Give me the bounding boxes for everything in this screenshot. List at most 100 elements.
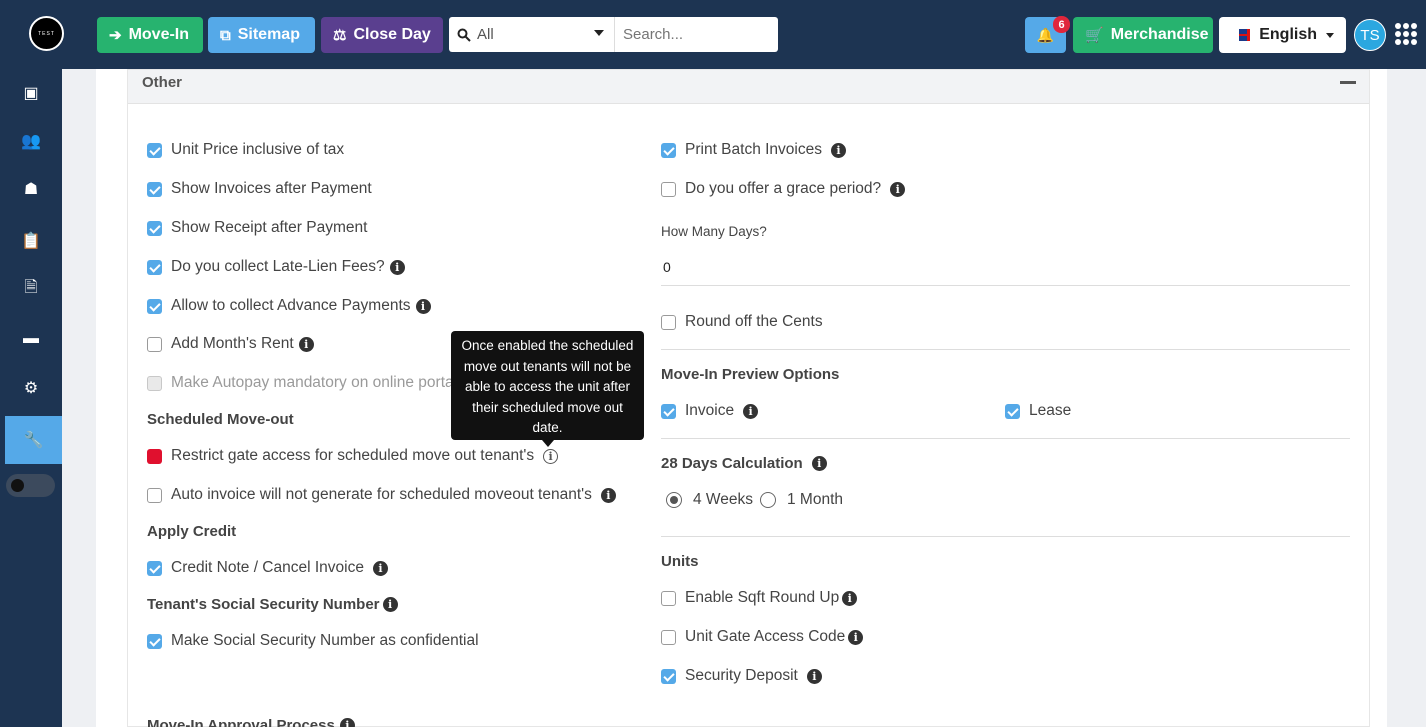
how-many-days-input[interactable]: 0 <box>663 259 671 275</box>
28-days-heading-label: 28 Days Calculation <box>661 455 803 472</box>
option-lease[interactable]: Lease <box>1005 402 1071 420</box>
search-input[interactable] <box>614 17 778 52</box>
apply-credit-heading: Apply Credit <box>147 523 237 540</box>
filter-value: All <box>477 26 494 43</box>
checkbox[interactable] <box>661 668 676 684</box>
checkbox[interactable] <box>147 181 162 197</box>
option-grace-period[interactable]: Do you offer a grace period? i <box>661 180 906 198</box>
search-filter-select[interactable]: All <box>449 17 614 52</box>
checkbox[interactable] <box>661 181 676 197</box>
section-header[interactable]: Other <box>128 70 1369 104</box>
option-auto-invoice[interactable]: Auto invoice will not generate for sched… <box>147 486 616 504</box>
option-label: Show Invoices after Payment <box>171 180 372 197</box>
option-unit-price[interactable]: Unit Price inclusive of tax <box>147 141 344 159</box>
close-day-button[interactable]: ⚖ Close Day <box>321 17 443 53</box>
apps-grid-icon[interactable] <box>1395 23 1417 45</box>
merchandise-button[interactable]: 🛒 Merchandise <box>1073 17 1213 53</box>
bell-icon: 🔔 <box>1036 26 1055 43</box>
option-autopay-mandatory: Make Autopay mandatory on online portal <box>147 374 451 392</box>
checkbox[interactable] <box>147 259 162 275</box>
info-icon[interactable]: i <box>806 668 822 684</box>
info-icon[interactable]: i <box>298 336 314 352</box>
sitemap-button[interactable]: ⧉ Sitemap <box>208 17 315 53</box>
users-icon[interactable]: 👥 <box>0 117 62 165</box>
option-print-batch[interactable]: Print Batch Invoices i <box>661 141 846 159</box>
user-avatar[interactable]: TS <box>1354 19 1386 51</box>
sign-in-icon: ➔ <box>109 27 122 44</box>
option-advance-payments[interactable]: Allow to collect Advance Payments i <box>147 297 431 315</box>
checkbox[interactable] <box>661 142 676 158</box>
language-dropdown[interactable]: English <box>1219 17 1346 53</box>
clipboard-icon[interactable]: 📋 <box>0 217 62 265</box>
info-icon[interactable]: i <box>372 560 388 576</box>
option-label: Lease <box>1029 402 1072 419</box>
radio-1-month[interactable]: 1 Month <box>760 491 843 509</box>
option-show-invoices[interactable]: Show Invoices after Payment <box>147 180 372 198</box>
option-security-deposit[interactable]: Security Deposit i <box>661 667 822 685</box>
option-gate-code[interactable]: Unit Gate Access Code i <box>661 628 864 646</box>
close-day-label: Close Day <box>353 26 431 43</box>
option-label: Unit Gate Access Code <box>685 628 846 645</box>
option-show-receipt[interactable]: Show Receipt after Payment <box>147 219 367 237</box>
language-label: English <box>1259 26 1317 43</box>
option-month-rent[interactable]: Add Month's Rent i <box>147 335 314 353</box>
radio[interactable] <box>760 492 776 508</box>
dashboard-icon[interactable]: ▣ <box>0 69 62 117</box>
radio[interactable] <box>666 492 682 508</box>
option-label: Do you collect Late-Lien Fees? <box>171 258 385 275</box>
option-label: 1 Month <box>787 491 844 508</box>
option-round-cents[interactable]: Round off the Cents <box>661 313 823 331</box>
info-icon[interactable]: i <box>543 448 559 464</box>
checkbox[interactable] <box>661 403 676 419</box>
checkbox[interactable] <box>147 220 162 236</box>
radio-4-weeks[interactable]: 4 Weeks <box>666 491 753 509</box>
option-invoice[interactable]: Invoice i <box>661 402 759 420</box>
info-icon[interactable]: i <box>743 403 759 419</box>
checkbox[interactable] <box>147 142 162 158</box>
info-icon[interactable]: i <box>389 259 405 275</box>
payment-icon[interactable]: ▬ <box>0 315 62 363</box>
top-navbar: TEST ➔ Move-In ⧉ Sitemap ⚖ Close Day All… <box>0 0 1426 69</box>
checkbox[interactable] <box>661 629 676 645</box>
info-icon[interactable]: i <box>848 629 864 645</box>
wrench-icon[interactable]: 🔧 <box>5 416 62 464</box>
info-icon[interactable]: i <box>600 487 616 503</box>
info-icon[interactable]: i <box>890 181 906 197</box>
info-icon[interactable]: i <box>339 718 355 727</box>
gear-icon[interactable]: ⚙ <box>0 364 62 412</box>
option-credit-note[interactable]: Credit Note / Cancel Invoice i <box>147 559 388 577</box>
checkbox[interactable] <box>1005 403 1020 419</box>
info-icon[interactable]: i <box>382 597 398 612</box>
info-icon[interactable]: i <box>415 298 431 314</box>
sidebar-toggle[interactable] <box>6 474 55 497</box>
option-label: Unit Price inclusive of tax <box>171 141 345 158</box>
option-restrict-gate[interactable]: Restrict gate access for scheduled move … <box>147 447 559 465</box>
collapse-icon[interactable] <box>1340 81 1356 84</box>
checkbox[interactable] <box>147 336 162 352</box>
checkbox[interactable] <box>661 314 676 330</box>
option-ssn-confidential[interactable]: Make Social Security Number as confident… <box>147 632 479 650</box>
document-icon[interactable]: 🗎 <box>0 265 62 313</box>
checkbox[interactable] <box>661 590 676 606</box>
info-icon[interactable]: i <box>811 456 827 471</box>
ssn-heading-label: Tenant's Social Security Number <box>147 596 380 613</box>
checkbox[interactable] <box>147 448 162 464</box>
move-in-button[interactable]: ➔ Move-In <box>97 17 203 53</box>
approval-heading-label: Move-In Approval Process <box>147 717 335 727</box>
option-sqft-round[interactable]: Enable Sqft Round Up i <box>661 589 858 607</box>
option-label: Make Social Security Number as confident… <box>171 632 479 649</box>
checkbox[interactable] <box>147 487 162 503</box>
option-label: Credit Note / Cancel Invoice <box>171 559 364 576</box>
tenant-icon[interactable]: ☗ <box>0 165 62 213</box>
option-late-lien[interactable]: Do you collect Late-Lien Fees? i <box>147 258 405 276</box>
checkbox[interactable] <box>147 560 162 576</box>
checkbox[interactable] <box>147 633 162 649</box>
info-icon[interactable]: i <box>842 590 858 606</box>
search-icon <box>457 28 471 42</box>
company-logo[interactable]: TEST <box>29 16 64 51</box>
info-icon[interactable]: i <box>830 142 846 158</box>
option-label: Show Receipt after Payment <box>171 219 368 236</box>
balance-scale-icon: ⚖ <box>333 27 347 44</box>
checkbox[interactable] <box>147 298 162 314</box>
option-label: Add Month's Rent <box>171 335 294 352</box>
